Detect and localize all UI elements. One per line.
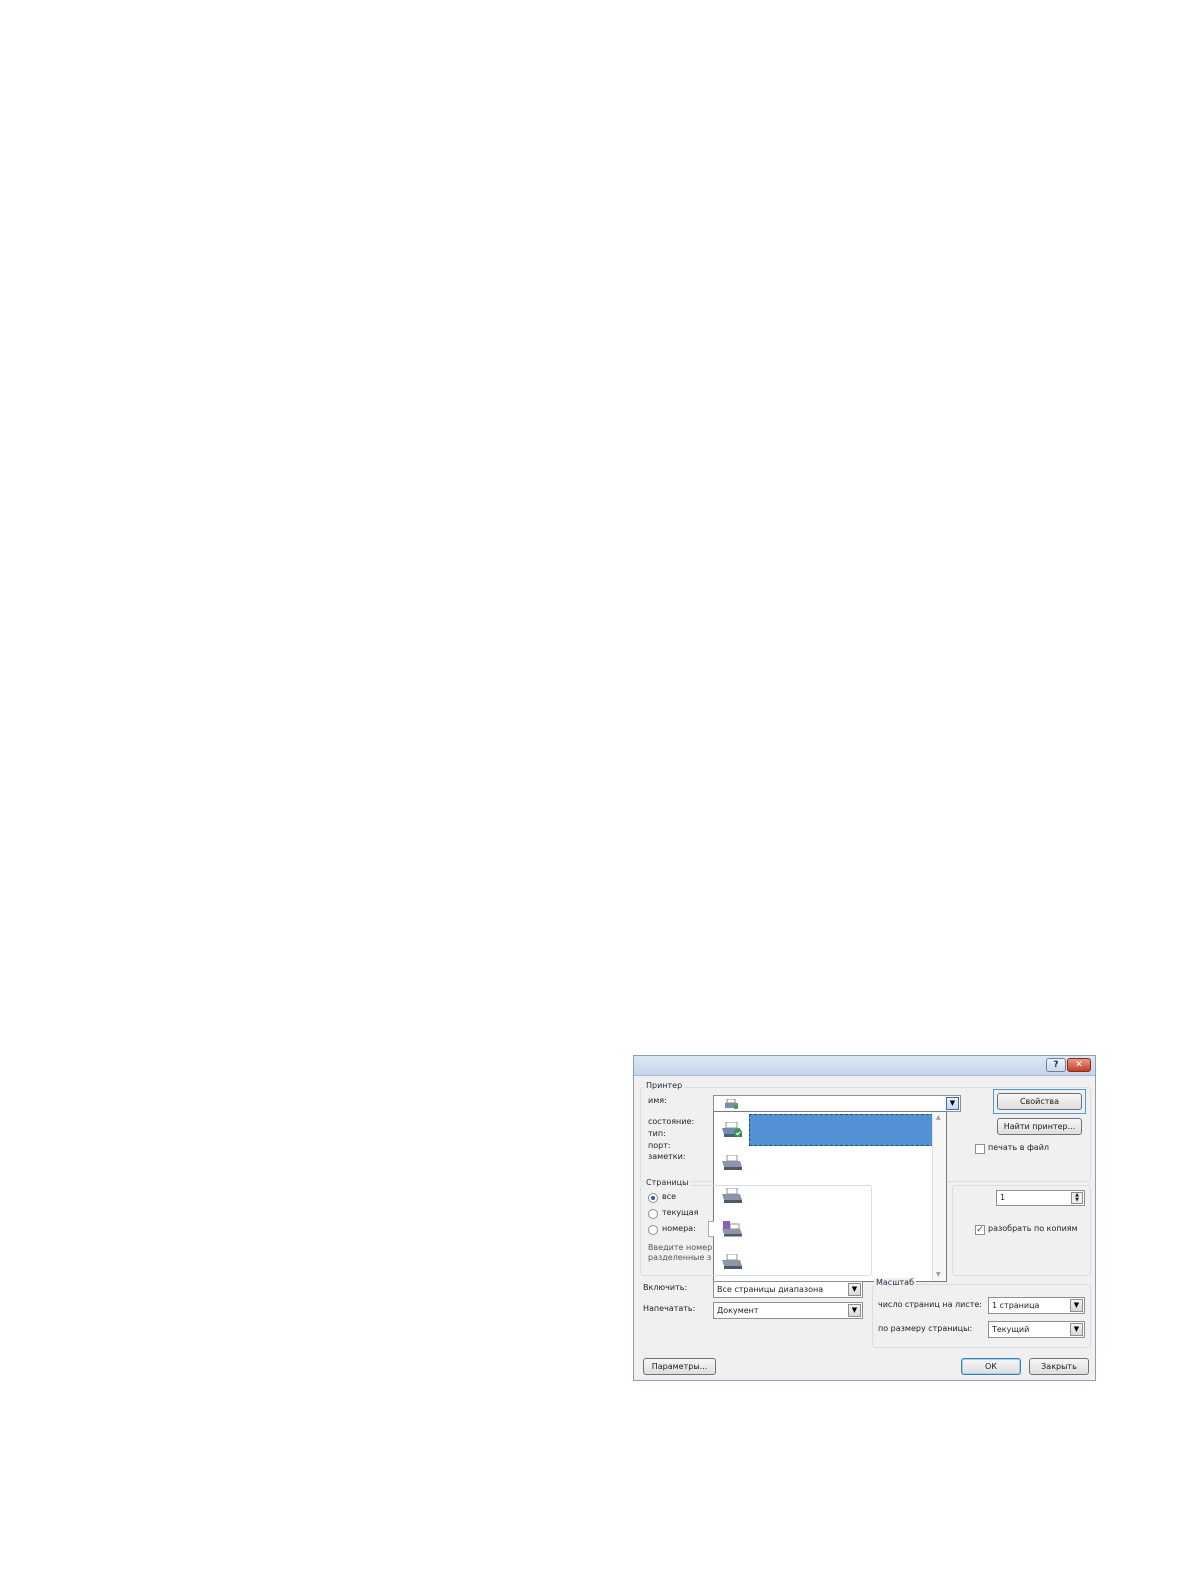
pages-per-sheet-combo[interactable]: 1 страница ▼ xyxy=(988,1297,1085,1314)
print-what-combo[interactable]: Документ ▼ xyxy=(713,1302,863,1319)
printer-name-label: имя: xyxy=(648,1096,667,1105)
printer-notes-label: заметки: xyxy=(648,1152,686,1161)
scroll-down-icon[interactable]: ▼ xyxy=(936,1271,941,1278)
pages-numbers-input[interactable] xyxy=(708,1221,714,1237)
pages-all-label: все xyxy=(662,1192,677,1201)
fit-to-page-value: Текущий xyxy=(992,1325,1030,1334)
pages-hint-line1: Введите номер xyxy=(648,1243,713,1252)
print-dialog: ? ✕ Принтер имя: состояние: тип: порт: з… xyxy=(633,1055,1096,1381)
print-what-label: Напечатать: xyxy=(643,1304,696,1313)
collate-checkbox[interactable]: ✓ xyxy=(975,1225,985,1235)
include-value: Все страницы диапазона xyxy=(717,1285,824,1294)
help-button[interactable]: ? xyxy=(1046,1058,1066,1072)
print-what-value: Документ xyxy=(717,1306,759,1315)
chevron-down-icon[interactable]: ▼ xyxy=(1070,1299,1083,1312)
printer-type-label: тип: xyxy=(648,1129,666,1138)
include-combo[interactable]: Все страницы диапазона ▼ xyxy=(713,1281,863,1298)
pages-hint-line2: разделенные з xyxy=(648,1253,712,1262)
chevron-down-icon[interactable]: ▼ xyxy=(946,1097,959,1110)
printer-status-label: состояние: xyxy=(648,1117,695,1126)
printer-list-scrollbar[interactable]: ▲ ▼ xyxy=(932,1112,946,1281)
chevron-down-icon[interactable]: ▼ xyxy=(1070,1323,1083,1336)
pages-all-radio[interactable] xyxy=(648,1193,658,1203)
fit-to-page-combo[interactable]: Текущий ▼ xyxy=(988,1321,1085,1338)
fit-to-page-label: по размеру страницы: xyxy=(878,1324,973,1333)
scale-group-legend: Масштаб xyxy=(874,1278,917,1287)
selection-highlight xyxy=(749,1114,944,1146)
pages-numbers-label: номера: xyxy=(662,1224,696,1233)
printer-list-item[interactable] xyxy=(714,1147,946,1180)
chevron-down-icon[interactable]: ▼ xyxy=(848,1283,861,1296)
scale-group xyxy=(872,1284,1091,1348)
pages-current-label: текущая xyxy=(662,1208,699,1217)
print-to-file-label: печать в файл xyxy=(988,1143,1050,1152)
collate-label: разобрать по копиям xyxy=(988,1224,1078,1233)
print-to-file-checkbox[interactable] xyxy=(975,1144,985,1154)
close-window-button[interactable]: ✕ xyxy=(1067,1058,1091,1072)
printer-group-legend: Принтер xyxy=(644,1081,685,1090)
printer-name-combo[interactable]: ▼ xyxy=(713,1095,961,1112)
find-printer-button[interactable]: Найти принтер... xyxy=(997,1118,1082,1135)
printer-default-icon xyxy=(722,1122,742,1137)
pages-current-radio[interactable] xyxy=(648,1209,658,1219)
scroll-up-icon[interactable]: ▲ xyxy=(936,1114,941,1121)
ok-button[interactable]: ОК xyxy=(961,1358,1021,1375)
spinner-arrows-icon[interactable]: ▲ ▼ xyxy=(1071,1192,1083,1204)
printer-list-item[interactable] xyxy=(714,1114,946,1147)
title-bar: ? ✕ xyxy=(634,1056,1095,1076)
printer-port-label: порт: xyxy=(648,1141,671,1150)
printer-icon xyxy=(722,1155,742,1170)
properties-button[interactable]: Свойства xyxy=(997,1093,1082,1110)
options-button[interactable]: Параметры... xyxy=(643,1358,716,1375)
chevron-down-icon[interactable]: ▼ xyxy=(848,1304,861,1317)
close-button[interactable]: Закрыть xyxy=(1029,1358,1089,1375)
pages-numbers-radio[interactable] xyxy=(648,1225,658,1235)
pages-per-sheet-label: число страниц на листе: xyxy=(878,1300,982,1309)
pages-per-sheet-value: 1 страница xyxy=(992,1301,1040,1310)
printer-small-icon xyxy=(725,1099,739,1109)
pages-group-legend: Страницы xyxy=(644,1178,691,1187)
copies-count-spinner[interactable]: 1 ▲ ▼ xyxy=(996,1190,1085,1206)
include-label: Включить: xyxy=(643,1283,688,1292)
copies-count-value: 1 xyxy=(1000,1193,1006,1202)
